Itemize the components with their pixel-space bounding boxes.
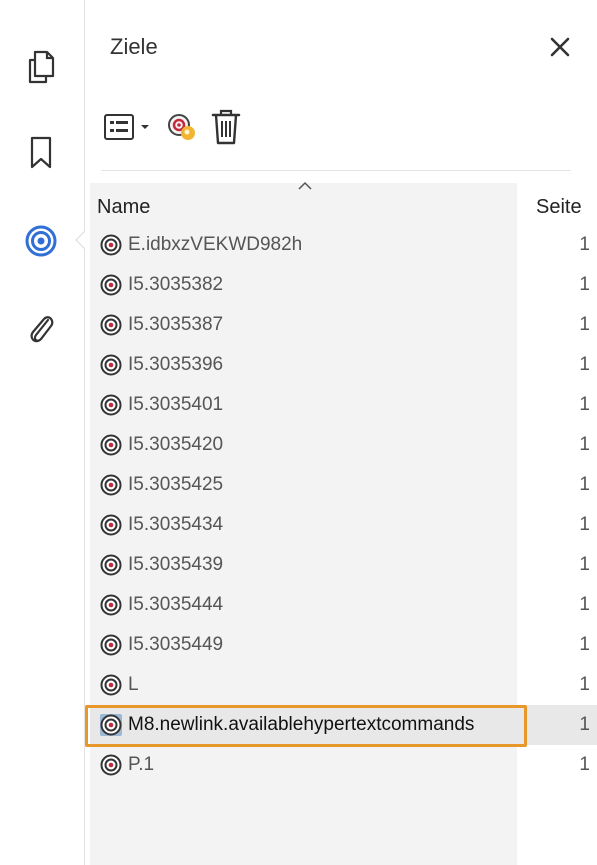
table-row[interactable]: I5.3035434 1 [90,505,597,545]
close-button[interactable] [543,30,577,64]
table-row[interactable]: I5.3035401 1 [90,385,597,425]
destination-icon [100,754,122,776]
destination-name: M8.newlink.availablehypertextcommands [128,714,475,735]
table-row[interactable]: I5.3035420 1 [90,425,597,465]
destination-page: 1 [579,634,590,655]
column-header-name[interactable]: Name [97,196,150,219]
destination-name: I5.3035382 [128,274,224,295]
destination-icon [100,714,122,736]
destination-icon [100,354,122,376]
table-row[interactable]: I5.3035449 1 [90,625,597,665]
table-row[interactable]: I5.3035387 1 [90,305,597,345]
destination-page: 1 [579,474,590,495]
table-row[interactable]: P.1 1 [90,745,597,785]
bookmark-icon [30,136,52,169]
table-row[interactable]: I5.3035396 1 [90,345,597,385]
destination-icon [100,514,122,536]
table-row[interactable]: I5.3035439 1 [90,545,597,585]
pages-icon [28,50,55,84]
options-menu-button[interactable] [103,107,150,147]
destination-page: 1 [579,234,590,255]
destination-page: 1 [579,354,590,375]
toolbar-divider [101,170,571,171]
destination-name: E.idbxzVEKWD982h [128,234,303,255]
destination-name: L [128,674,139,695]
destination-icon [100,554,122,576]
destinations-list: E.idbxzVEKWD982h 1 I5.3035382 1 I5.3035387 1 I… [85,225,597,785]
table-row[interactable]: E.idbxzVEKWD982h 1 [90,225,597,265]
trash-icon [211,109,241,145]
destination-icon [100,594,122,616]
attachment-icon [30,316,54,343]
destination-icon [100,674,122,696]
close-icon [550,37,570,57]
pages-button[interactable] [20,46,62,88]
destination-name: I5.3035444 [128,594,224,615]
destination-icon [100,634,122,656]
destination-page: 1 [579,674,590,695]
list-options-icon [104,114,134,140]
table-row[interactable]: I5.3035425 1 [90,465,597,505]
attachments-button[interactable] [20,308,62,350]
destinations-icon [25,225,57,257]
table-row[interactable]: L1 [90,665,597,705]
destination-page: 1 [579,754,590,775]
new-destination-icon [168,114,195,140]
destination-name: I5.3035387 [128,314,224,335]
destinations-panel: Ziele Name Seite E.idbxzVEKWD982h 1 I5.3… [85,0,597,865]
destination-page: 1 [579,434,590,455]
destination-page: 1 [579,274,590,295]
destination-icon [100,434,122,456]
table-row[interactable]: M8.newlink.availablehypertextcommands 1 [85,705,597,747]
destination-name: I5.3035449 [128,634,224,655]
destinations-button[interactable] [20,220,86,262]
destination-page: 1 [579,594,590,615]
destination-icon [100,274,122,296]
destination-page: 1 [579,554,590,575]
destination-page: 1 [579,514,590,535]
toolbar [103,104,583,150]
sidebar-rail [0,0,86,865]
delete-button[interactable] [210,107,242,147]
destination-page: 1 [579,314,590,335]
bookmarks-button[interactable] [20,132,62,174]
destination-page: 1 [579,714,590,735]
caret-up-icon [298,181,312,190]
destination-name: I5.3035396 [128,354,224,375]
table-row[interactable]: I5.3035444 1 [90,585,597,625]
destination-icon [100,234,122,256]
destination-name: I5.3035425 [128,474,224,495]
table-row[interactable]: I5.3035382 1 [90,265,597,305]
column-header-page[interactable]: Seite [536,196,582,219]
new-destination-button[interactable] [166,107,198,147]
chevron-down-icon [141,125,149,129]
destination-name: I5.3035401 [128,394,224,415]
destination-icon [100,314,122,336]
destination-icon [100,474,122,496]
destination-name: I5.3035420 [128,434,224,455]
panel-title: Ziele [110,34,158,59]
destination-page: 1 [579,394,590,415]
destination-icon [100,394,122,416]
destination-name: P.1 [128,754,155,775]
destination-name: I5.3035439 [128,554,224,575]
destination-name: I5.3035434 [128,514,224,535]
